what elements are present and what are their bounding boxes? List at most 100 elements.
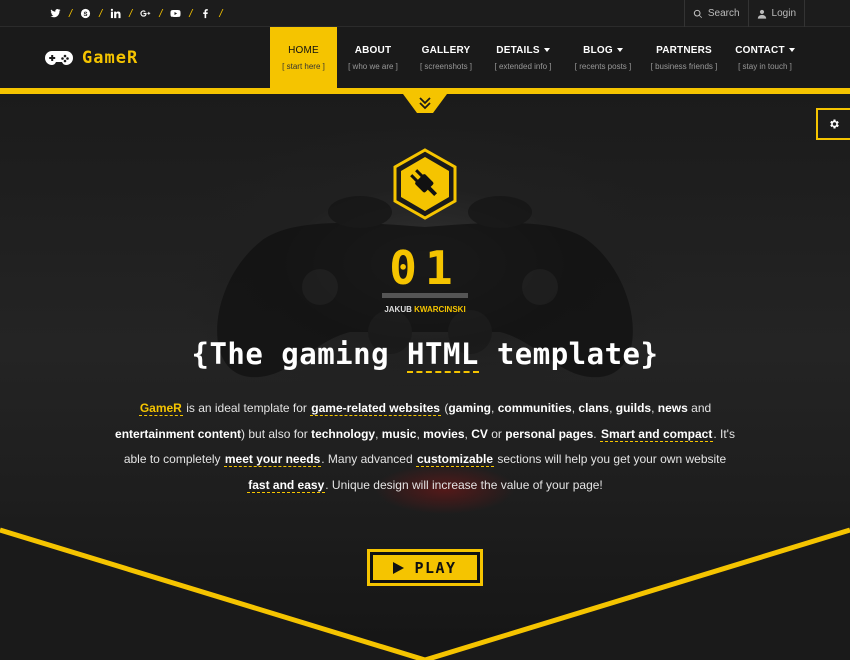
desc-comma: , [464,426,468,441]
menu-label: CONTACT [735,44,785,56]
desc-bold: guilds [615,401,652,415]
desc-bold: CV [471,426,488,441]
menu-label-wrap: CONTACT [735,45,795,56]
headline-pre: {The gaming [191,337,390,371]
menu-label-wrap: DETAILS [496,44,550,56]
desc-text: sections will help you get your own webs… [497,452,727,466]
desc-text: . [593,426,597,441]
desc-bold: personal pages [505,426,594,441]
desc-text: and [691,401,712,415]
login-label: Login [771,8,796,19]
menu-label: GALLERY [421,44,471,56]
facebook-icon[interactable] [197,0,214,27]
google-plus-icon[interactable] [137,0,154,27]
menu-label: PARTNERS [656,44,712,56]
desc-bold: clans [578,401,610,415]
separator: / [99,7,103,20]
menu-label: HOME [288,44,319,56]
play-icon [393,561,405,574]
desc-bold: movies [423,426,465,441]
menu-label: DETAILS [496,44,540,56]
desc-comma: , [651,401,655,415]
menu-sublabel: [ extended info ] [494,61,552,71]
menu-label: ABOUT [354,44,392,56]
desc-brand: GameR [138,401,183,416]
desc-comma: , [609,401,613,415]
slide-number: 01 [389,241,461,295]
desc-bold: entertainment content [115,426,242,441]
gamepad-icon [45,51,73,65]
main-menu: HOME [ start here ] ABOUT [ who we are ]… [270,27,805,88]
login-link[interactable]: Login [747,0,805,27]
menu-item-about[interactable]: ABOUT [ who we are ] [337,27,409,88]
desc-text: is an ideal template for [186,401,307,415]
menu-item-contact[interactable]: CONTACT [ stay in touch ] [725,27,805,88]
menu-item-details[interactable]: DETAILS [ extended info ] [483,27,563,88]
desc-bold: communities [497,401,572,415]
desc-keyword: Smart and compact [599,426,714,442]
desc-bold: news [657,401,688,415]
plug-icon [393,148,457,220]
separator: / [189,7,193,20]
play-label: PLAY [414,558,457,577]
separator: / [129,7,133,20]
desc-bold: music [381,426,417,441]
menu-label-wrap: BLOG [583,45,623,56]
settings-button[interactable] [816,108,850,140]
desc-comma: , [416,426,420,441]
desc-comma: , [491,401,495,415]
search-label: Search [707,8,740,19]
menu-item-home[interactable]: HOME [ start here ] [270,27,337,88]
hero-description: GameR is an ideal template for game-rela… [115,396,735,498]
search-link[interactable]: Search [683,0,748,27]
author-last-name: KWARCINSKI [414,305,466,314]
youtube-icon[interactable] [167,0,184,27]
top-bar: / / / / / / Search Login [0,0,850,27]
menu-item-partners[interactable]: PARTNERS [ business friends ] [643,27,725,88]
linkedin-icon[interactable] [107,0,124,27]
menu-sublabel: [ screenshots ] [419,61,473,71]
desc-text: or [491,426,502,441]
desc-keyword: meet your needs [223,452,322,467]
menu-sublabel: [ start here ] [282,61,325,71]
top-actions: Search Login [683,0,805,27]
headline-highlight: HTML [407,337,479,373]
separator: / [159,7,163,20]
hero-headline: {The gaming HTML template} [0,336,850,373]
menu-sublabel: [ stay in touch ] [738,61,792,71]
separator: / [69,7,73,20]
desc-text: ) but also for [241,426,308,441]
caret-down-icon [616,47,623,52]
desc-bold: gaming [448,401,491,415]
social-links: / / / / / / [47,0,227,27]
menu-sublabel: [ business friends ] [650,61,718,71]
author-credit: JAKUB KWARCINSKI [0,305,850,314]
twitter-icon[interactable] [47,0,64,27]
logo-text: GameR [82,48,139,68]
play-button[interactable]: PLAY [367,549,483,586]
menu-item-blog[interactable]: BLOG [ recents posts ] [563,27,643,88]
desc-keyword: game-related websites [310,401,441,416]
caret-down-icon [543,47,550,52]
slide-progress-bar [382,293,468,298]
play-button-face: PLAY [373,555,477,580]
desc-comma: , [571,401,576,415]
user-icon [757,9,766,19]
author-first-name: JAKUB [384,305,412,314]
skype-icon[interactable] [77,0,94,27]
menu-sublabel: [ recents posts ] [574,61,632,71]
gear-icon [830,119,839,129]
menu-sublabel: [ who we are ] [348,61,398,71]
desc-text: . Many advanced [321,452,413,466]
desc-keyword: fast and easy [247,477,326,493]
desc-text: . Unique design will increase the value … [325,477,603,492]
menu-item-gallery[interactable]: GALLERY [ screenshots ] [409,27,483,88]
desc-bold: technology [311,426,376,441]
desc-keyword: customizable [416,452,495,467]
headline-post: template} [496,337,659,371]
scroll-down-tab[interactable] [403,94,447,113]
desc-comma: , [375,426,379,441]
separator: / [219,7,223,20]
site-logo[interactable]: GameR [45,48,138,68]
caret-down-icon [788,47,795,52]
